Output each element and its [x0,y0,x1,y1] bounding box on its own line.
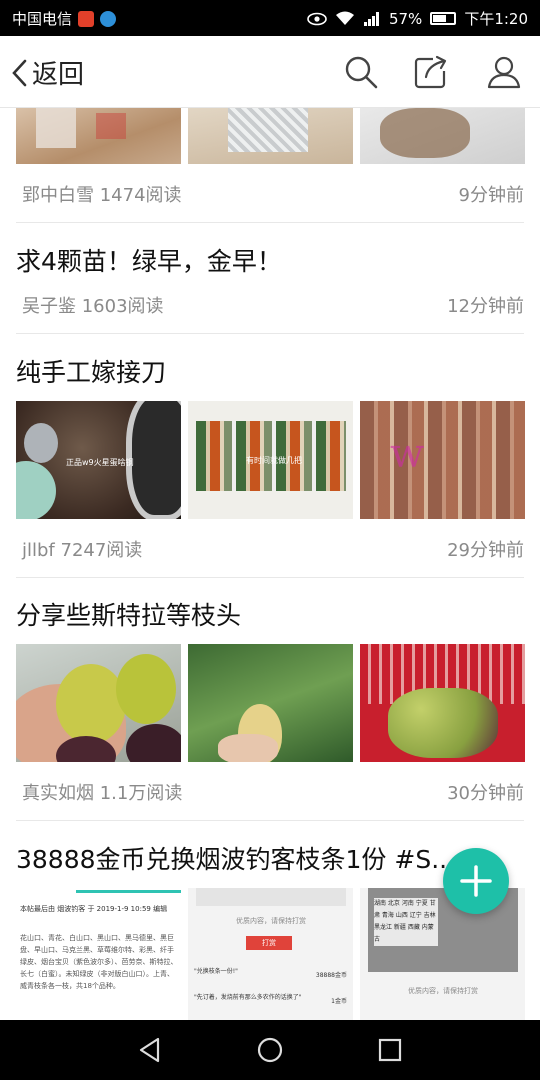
author-reads: jllbf 7247阅读 [22,540,143,561]
screenshot-header: 本帖最后由 烟波钓客 于 2019-1-9 10:59 编辑 [20,905,168,913]
post-image[interactable] [360,108,525,164]
carrier-label: 中国电信 [12,10,73,28]
back-triangle-icon[interactable] [136,1036,164,1064]
screenshot-tip-button: 打赏 [246,936,292,950]
user-icon[interactable] [486,54,522,90]
divider [16,577,524,578]
screenshot-reply: "先订着，发烧前有那么多农作的话换了" [194,994,302,1001]
battery-percent: 57% [388,9,423,28]
post-image[interactable] [16,108,181,164]
post-image[interactable] [16,644,181,762]
post-image[interactable] [360,644,525,762]
post-image[interactable]: 有时间就做几把 [188,401,353,519]
screenshot-hint: 优质内容，请保持打赏 [408,987,478,995]
divider [16,222,524,223]
post-meta: jllbf 7247阅读 29分钟前 [22,534,524,564]
eye-icon [307,12,327,25]
image-caption: 有时间就做几把 [246,456,302,465]
post-image[interactable]: w [360,401,525,519]
new-post-button[interactable] [443,848,509,914]
divider [16,333,524,334]
post-meta: 郢中白雪 1474阅读 9分钟前 [22,179,524,209]
app-header: 返回 [0,36,540,108]
divider [16,820,524,821]
post-title[interactable]: 纯手工嫁接刀 [16,353,524,389]
app-blue-icon [100,10,117,27]
recents-square-icon[interactable] [376,1036,404,1064]
search-icon[interactable] [343,54,379,90]
back-label: 返回 [32,60,85,90]
plus-icon [460,865,492,897]
screenshot-hint: 优质内容，请保持打赏 [236,917,306,925]
post-title[interactable]: 38888金币兑换烟波钓客枝条1份 #S... [16,840,450,876]
screenshot-body: 花山口、青花、白山口、黑山口、黑马德里、黑巨盘、早山口、马克兰黑、草莓维尔特、彩… [20,934,178,990]
screenshot-coins: 38888金币 [315,972,347,979]
post-image[interactable] [188,108,353,164]
author-reads: 真实如烟 1.1万阅读 [22,783,183,804]
post-meta: 吴子鉴 1603阅读 12分钟前 [22,290,524,320]
screenshot-coins: 1金币 [331,998,347,1005]
time-ago: 30分钟前 [447,783,524,804]
post-image[interactable]: 正品w9火星蛋啥钢 [16,401,181,519]
chevron-left-icon [12,59,27,86]
post-image[interactable]: 本帖最后由 烟波钓客 于 2019-1-9 10:59 编辑 花山口、青花、白山… [16,888,181,1020]
post-title[interactable]: 分享些斯特拉等枝头 [16,596,524,632]
author-reads: 吴子鉴 1603阅读 [22,296,164,317]
time-ago: 9分钟前 [458,185,524,206]
system-nav-bar [0,1020,540,1080]
back-button[interactable]: 返回 [10,54,84,91]
time-ago: 29分钟前 [447,540,524,561]
post-image[interactable]: 优质内容，请保持打赏 打赏 "兑换枝条一份!" 38888金币 "先订着，发烧前… [188,888,353,1020]
share-icon[interactable] [413,54,449,90]
time-ago: 12分钟前 [447,296,524,317]
screenshot-reply: "兑换枝条一份!" [194,968,238,975]
signal-icon [363,11,379,26]
clock: 下午1:20 [464,10,528,28]
post-image[interactable] [188,644,353,762]
screenshot-regions: 湖南 北京 河南 宁夏 甘肃 青海 山西 辽宁 吉林 黑龙江 新疆 西藏 内蒙古 [374,898,438,946]
post-title[interactable]: 求4颗苗！绿早，金早！ [16,242,524,278]
home-circle-icon[interactable] [256,1036,284,1064]
wifi-icon [335,11,354,25]
status-bar: 中国电信 57% 下午1:20 [0,0,540,36]
post-meta: 真实如烟 1.1万阅读 30分钟前 [22,777,524,807]
app-red-icon [78,10,95,27]
image-caption: 正品w9火星蛋啥钢 [66,458,134,467]
battery-icon [430,12,457,25]
author-reads: 郢中白雪 1474阅读 [22,185,182,206]
